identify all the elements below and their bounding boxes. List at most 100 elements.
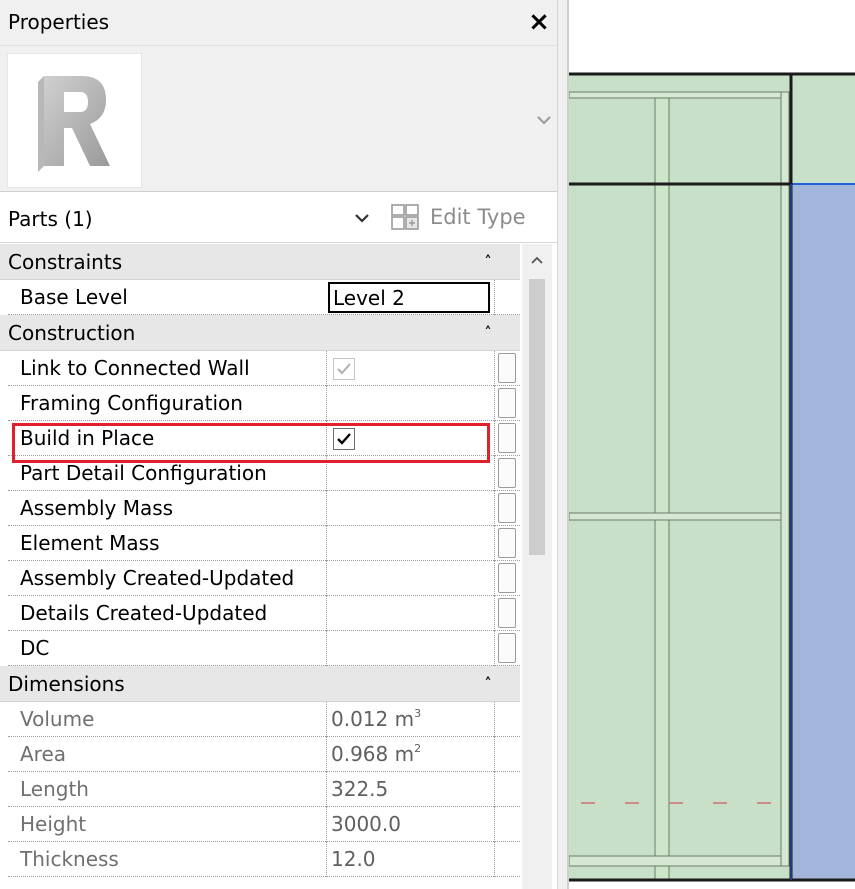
property-value-cell: 0.012 m3: [326, 702, 494, 737]
properties-palette: Properties × Parts (1) Edit Type Constra…: [0, 0, 557, 889]
row-part-detail-configuration: Part Detail Configuration: [8, 456, 520, 491]
associate-param-cell: [494, 386, 520, 421]
property-name: Assembly Created-Updated: [20, 566, 295, 590]
property-name: Thickness: [20, 847, 119, 871]
row-base-level: Base Level Level 2: [8, 280, 520, 315]
row-height: Height 3000.0: [8, 807, 520, 842]
type-selector[interactable]: [0, 46, 557, 192]
palette-titlebar[interactable]: Properties ×: [0, 0, 557, 46]
row-area: Area 0.968 m2: [8, 737, 520, 772]
row-framing-configuration: Framing Configuration: [8, 386, 520, 421]
associate-param-cell: [494, 526, 520, 561]
row-thickness: Thickness 12.0: [8, 842, 520, 877]
associate-param-cell: [494, 631, 520, 666]
palette-title: Properties: [8, 10, 110, 34]
property-value-cell: 12.0: [326, 842, 494, 877]
associate-param-cell: [494, 351, 520, 386]
property-name: Framing Configuration: [20, 391, 243, 415]
properties-grid: Constraints ˄ Base Level Level 2 Constru…: [0, 244, 520, 889]
type-dropdown-arrow-icon[interactable]: [536, 112, 552, 128]
property-name: Details Created-Updated: [20, 601, 268, 625]
base-level-input[interactable]: Level 2: [328, 282, 490, 313]
group-constraints[interactable]: Constraints ˄: [0, 244, 520, 280]
palette-splitter[interactable]: [557, 0, 569, 889]
property-value-cell: [326, 351, 494, 386]
group-label: Construction: [8, 321, 136, 345]
scroll-thumb[interactable]: [529, 279, 545, 555]
group-dimensions[interactable]: Dimensions ˄: [0, 666, 520, 702]
associate-parameter-button[interactable]: [498, 598, 516, 628]
row-length: Length 322.5: [8, 772, 520, 807]
thickness-value: 12.0: [331, 847, 376, 871]
associate-param-cell: [494, 561, 520, 596]
associate-parameter-button[interactable]: [498, 423, 516, 453]
associate-param-cell: [494, 596, 520, 631]
row-dc: DC: [8, 631, 520, 666]
chevron-down-icon[interactable]: [352, 208, 372, 228]
property-name: Base Level: [20, 285, 128, 309]
property-value-cell: Level 2: [326, 280, 494, 315]
associate-parameter-button[interactable]: [498, 528, 516, 558]
collapse-icon[interactable]: ˄: [480, 252, 496, 272]
property-value-cell[interactable]: [326, 456, 494, 491]
property-value-cell[interactable]: [326, 561, 494, 596]
associate-parameter-button[interactable]: [498, 633, 516, 663]
collapse-icon[interactable]: ˄: [480, 674, 496, 694]
collapse-icon[interactable]: ˄: [480, 323, 496, 343]
property-value-cell[interactable]: [326, 596, 494, 631]
property-value-cell: 0.968 m2: [326, 737, 494, 772]
row-details-created-updated: Details Created-Updated: [8, 596, 520, 631]
property-value-cell[interactable]: [326, 526, 494, 561]
build-in-place-checkbox[interactable]: [333, 428, 355, 450]
height-value: 3000.0: [331, 812, 401, 836]
area-value: 0.968 m2: [331, 742, 422, 766]
associate-param-cell: [494, 842, 520, 877]
associate-param-cell: [494, 772, 520, 807]
property-name: Part Detail Configuration: [20, 461, 267, 485]
property-name: Assembly Mass: [20, 496, 174, 520]
associate-param-cell: [494, 737, 520, 772]
row-build-in-place: Build in Place: [8, 421, 520, 456]
row-assembly-created-updated: Assembly Created-Updated: [8, 561, 520, 596]
filter-dropdown[interactable]: Parts (1): [2, 199, 377, 237]
associate-parameter-button[interactable]: [498, 563, 516, 593]
row-link-to-connected-wall: Link to Connected Wall: [8, 351, 520, 386]
associate-param-cell: [494, 807, 520, 842]
top-panel: [569, 74, 855, 184]
property-name: Area: [20, 742, 67, 766]
associate-parameter-button[interactable]: [498, 353, 516, 383]
link-wall-checkbox[interactable]: [333, 358, 355, 380]
property-name: Volume: [20, 707, 95, 731]
property-value-cell: [326, 421, 494, 456]
edit-type-button[interactable]: Edit Type: [388, 199, 550, 237]
group-label: Constraints: [8, 250, 123, 274]
volume-value: 0.012 m3: [331, 707, 422, 731]
revit-logo-icon: [7, 53, 142, 188]
property-value-cell[interactable]: [326, 491, 494, 526]
associate-parameter-button[interactable]: [498, 388, 516, 418]
close-button[interactable]: ×: [524, 6, 554, 38]
associate-param-cell: [494, 280, 520, 315]
instance-selector-bar: Parts (1) Edit Type: [0, 193, 557, 243]
property-name: DC: [20, 636, 50, 660]
associate-parameter-button[interactable]: [498, 458, 516, 488]
lower-panel: [569, 184, 791, 880]
group-construction[interactable]: Construction ˄: [0, 315, 520, 351]
property-name: Length: [20, 777, 89, 801]
row-volume: Volume 0.012 m3: [8, 702, 520, 737]
property-value-cell[interactable]: [326, 386, 494, 421]
property-name: Height: [20, 812, 87, 836]
property-value-cell[interactable]: [326, 631, 494, 666]
property-value-cell: 322.5: [326, 772, 494, 807]
associate-param-cell: [494, 491, 520, 526]
scroll-up-icon[interactable]: [527, 250, 547, 270]
edit-type-label: Edit Type: [430, 205, 526, 229]
associate-param-cell: [494, 421, 520, 456]
drawing-canvas[interactable]: [569, 0, 855, 889]
row-element-mass: Element Mass: [8, 526, 520, 561]
row-assembly-mass: Assembly Mass: [8, 491, 520, 526]
property-name: Build in Place: [20, 426, 155, 450]
associate-parameter-button[interactable]: [498, 493, 516, 523]
grid-scrollbar[interactable]: [522, 244, 552, 889]
base-level-value: Level 2: [333, 286, 405, 310]
